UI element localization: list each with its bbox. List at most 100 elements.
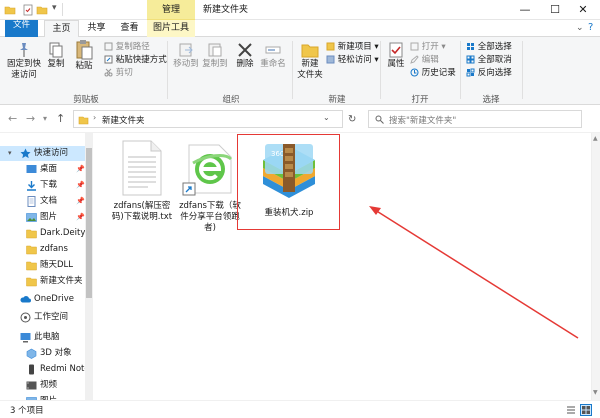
address-dropdown-icon[interactable]: ⌄ [323,113,330,122]
properties-button[interactable]: 属性 [384,41,408,70]
close-button[interactable]: ✕ [568,0,598,20]
easy-access-button[interactable]: 轻松访问 ▾ [326,54,379,66]
tab-home[interactable]: 主页 [44,20,79,38]
refresh-icon[interactable]: ↻ [348,114,356,125]
select-all-button[interactable]: 全部选择 [466,41,512,53]
scroll-down-icon[interactable]: ▼ [593,389,598,396]
tab-view[interactable]: 查看 [113,20,146,37]
address-bar-row: ← → ▾ ↑ › 新建文件夹 ⌄ ↻ 搜索"新建文件夹" [0,105,600,133]
help-icon[interactable]: ? [588,22,593,33]
status-bar: 3 个项目 [0,400,600,418]
ribbon-tabs: 文件 主页 共享 查看 图片工具 ⌄ ? [0,20,600,38]
tab-share[interactable]: 共享 [80,20,113,37]
nav-label: OneDrive [34,294,74,304]
cut-button[interactable]: 剪切 [104,67,133,79]
nav-pictures[interactable]: 图片 📌 [0,210,85,225]
nav-quick-access[interactable]: ▾ 快速访问 [0,146,85,161]
paste-button[interactable]: 粘贴 [72,39,96,72]
edit-label: 编辑 [421,55,439,65]
invert-selection-button[interactable]: 反向选择 [466,67,512,79]
nav-scrollbar-thumb[interactable] [86,148,92,298]
pin-quick-access-button[interactable]: 固定到快 速访问 [6,41,42,81]
nav-redmi-note[interactable]: Redmi Note [0,362,85,377]
copy-to-label: 复制到 [202,59,228,69]
copy-to-button[interactable]: 复制到 [201,41,229,70]
nav-folder-zdfans[interactable]: zdfans [0,242,85,257]
move-to-button[interactable]: 移动到 [172,41,200,70]
tab-file[interactable]: 文件 [5,20,38,37]
select-none-button[interactable]: 全部取消 [466,54,512,66]
nav-desktop[interactable]: 桌面 📌 [0,162,85,177]
quick-access-dropdown-icon[interactable]: ▾ [52,3,57,13]
video-icon [26,381,37,390]
picture-icon [26,213,37,222]
maximize-button[interactable]: ☐ [540,0,570,20]
ribbon-expand-icon[interactable]: ⌄ [576,23,584,33]
group-separator [380,41,381,99]
nav-documents[interactable]: 文档 📌 [0,194,85,209]
computer-icon [20,333,31,343]
new-item-button[interactable]: 新建项目 ▾ [326,41,379,53]
details-view-icon[interactable] [566,405,576,415]
back-arrow-icon[interactable]: ← [8,112,17,125]
new-folder-icon [301,44,319,58]
history-button[interactable]: 历史记录 [410,67,456,79]
nav-folder-dll[interactable]: 随天DLL [0,258,85,273]
paste-shortcut-button[interactable]: 粘贴快捷方式 [104,54,167,66]
nav-this-pc[interactable]: 此电脑 [0,330,85,345]
nav-onedrive[interactable]: OneDrive [0,292,85,307]
manage-context-tab[interactable]: 管理 [147,0,195,20]
nav-label: 随天DLL [40,260,74,270]
large-icons-view-icon[interactable] [580,404,592,416]
move-to-label: 移动到 [173,59,199,69]
nav-downloads[interactable]: 下载 📌 [0,178,85,193]
edit-button[interactable]: 编辑 [410,54,439,66]
copy-path-icon [104,42,113,51]
copy-path-button[interactable]: 复制路径 [104,41,150,53]
nav-label: 图片 [40,212,58,222]
tab-picture-tools[interactable]: 图片工具 [147,20,195,37]
properties-icon [389,42,403,58]
clipboard-group-label: 剪贴板 [73,95,99,105]
select-all-icon [467,43,474,50]
new-folder-quick-icon[interactable] [36,4,48,16]
new-folder-button[interactable]: 新建 文件夹 [295,41,325,81]
nav-label: 新建文件夹 [40,276,83,286]
history-label: 历史记录 [421,68,456,78]
address-box[interactable]: › 新建文件夹 ⌄ [73,110,343,128]
easy-access-icon [326,55,335,64]
navigation-pane: ▾ 快速访问 桌面 📌 下载 📌 文档 📌 图片 📌 Dark.Deity.v … [0,133,93,406]
open-label: 打开 [421,42,439,52]
content-scrollbar[interactable]: ▲ ▼ [591,133,600,400]
nav-videos[interactable]: 视频 [0,378,85,393]
recent-dropdown-icon[interactable]: ▾ [43,114,47,123]
scroll-up-icon[interactable]: ▲ [593,135,598,142]
expand-chevron-icon[interactable]: ▾ [8,146,12,161]
file-list: zdfans(解压密 码)下载说明.txt zdfans下载（软 件分享平台领跑… [93,133,591,400]
search-input[interactable]: 搜索"新建文件夹" [368,110,582,128]
nav-3d-objects[interactable]: 3D 对象 [0,346,85,361]
forward-arrow-icon[interactable]: → [26,112,35,125]
delete-button[interactable]: 删除 [233,41,257,70]
properties-check-icon[interactable] [22,4,34,16]
ribbon: 固定到快 速访问 复制 粘贴 复制路径 粘贴快捷方式 剪切 剪贴板 移动到 复制… [0,37,600,105]
up-arrow-icon[interactable]: ↑ [56,112,65,125]
paste-shortcut-icon [104,55,113,64]
folder-icon [4,6,16,15]
pin-icon: 📌 [76,197,85,205]
nav-workspace[interactable]: 工作空间 [0,310,85,325]
paste-label: 粘贴 [75,61,93,71]
copy-button[interactable]: 复制 [44,41,68,70]
nav-label: 3D 对象 [40,348,72,358]
pin-icon: 📌 [76,213,85,221]
pin-label-2: 速访问 [11,70,37,80]
breadcrumb-chevron-icon: › [93,113,97,122]
pin-icon: 📌 [76,165,85,173]
nav-folder-dark-deity[interactable]: Dark.Deity.v [0,226,85,241]
nav-folder-new[interactable]: 新建文件夹 [0,274,85,289]
minimize-button[interactable]: — [510,0,540,20]
rename-button[interactable]: 重命名 [259,41,287,70]
open-button[interactable]: 打开 ▾ [410,41,446,53]
cloud-icon [20,296,31,303]
breadcrumb[interactable]: 新建文件夹 [102,114,145,126]
